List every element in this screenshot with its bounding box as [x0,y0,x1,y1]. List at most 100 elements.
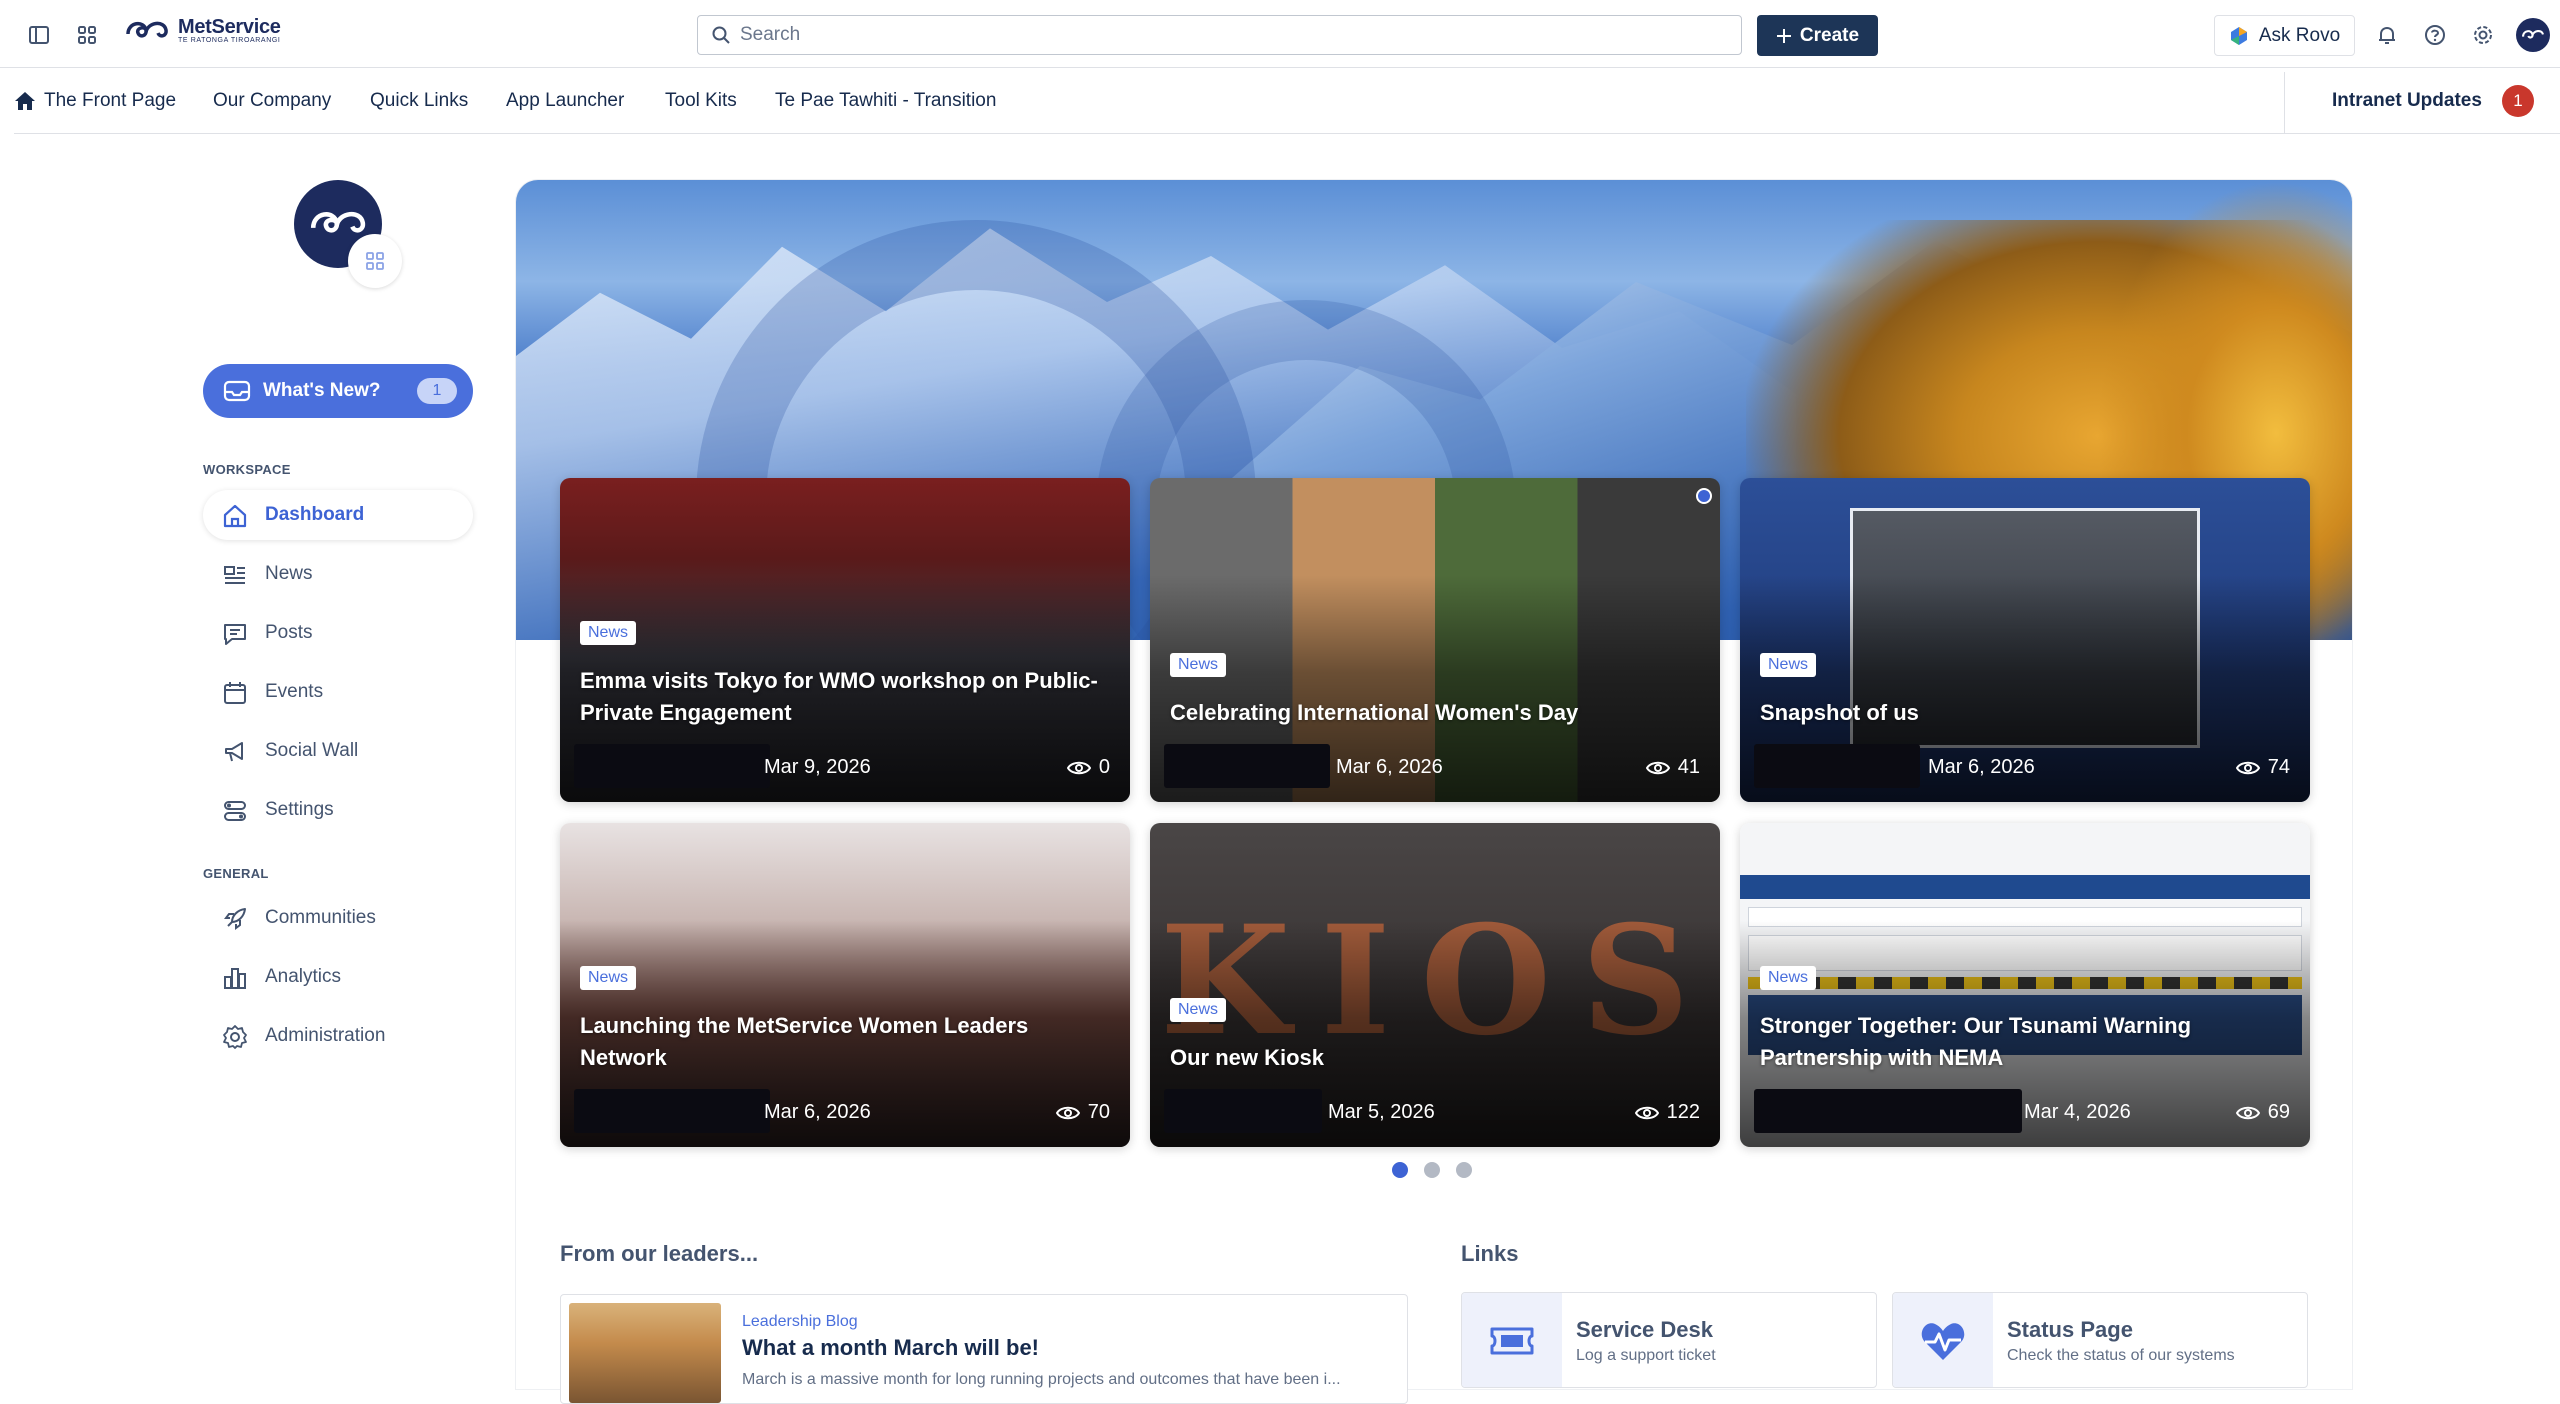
news-icon [221,561,249,589]
sidebar-toggle-icon[interactable] [24,20,54,50]
sidebar-item-label: Analytics [265,966,342,987]
ticket-icon [1462,1293,1562,1387]
home-icon[interactable] [14,91,36,116]
plus-icon [1776,28,1791,43]
news-card-views: 69 [2235,1101,2290,1124]
views-count: 41 [1677,756,1700,778]
eye-icon [2235,761,2260,774]
eye-icon [2235,1106,2260,1119]
sidebar-item-label: Settings [265,799,334,820]
sidebar-item-label: Social Wall [265,740,359,761]
news-tag: News [1170,653,1227,677]
nav-item-front-page[interactable]: The Front Page [44,90,176,112]
news-card[interactable]: News Stronger Together: Our Tsunami Warn… [1740,823,2310,1147]
create-label: Create [1799,24,1860,46]
unread-indicator [1696,488,1712,504]
nav-item-app-launcher[interactable]: App Launcher [506,90,624,112]
news-card-title: Our new Kiosk [1170,1045,1325,1070]
comment-icon [221,620,249,648]
news-card-title: Stronger Together: Our Tsunami Warning P… [1760,1013,2192,1070]
news-card-date: Mar 6, 2026 [1336,756,1443,778]
blog-category: Leadership Blog [742,1313,858,1330]
brand-subtitle: TE RATONGA TIROARANGI [178,37,281,44]
views-count: 70 [1087,1101,1110,1123]
carousel-dot-2[interactable] [1424,1162,1440,1178]
news-card-title: Snapshot of us [1760,700,1919,725]
link-card-status-page[interactable]: Status Page Check the status of our syst… [1892,1292,2308,1388]
news-tag: News [1170,998,1227,1022]
carousel-dot-3[interactable] [1456,1162,1472,1178]
leaders-section-title: From our leaders... [560,1241,759,1266]
eye-icon [1055,1106,1080,1119]
toggles-icon [221,797,249,825]
sidebar-item-settings[interactable]: Settings [203,785,473,835]
help-icon[interactable] [2420,20,2450,50]
views-count: 69 [2267,1101,2290,1123]
author-redacted [574,744,770,788]
news-card-views: 0 [1066,756,1110,779]
nav-item-our-company[interactable]: Our Company [213,90,331,112]
news-card-title: Celebrating International Women's Day [1170,700,1579,725]
intranet-updates-link[interactable]: Intranet Updates [2332,90,2482,112]
ask-rovo-button[interactable]: Ask Rovo [2214,15,2355,56]
news-card[interactable]: News Celebrating International Women's D… [1150,478,1720,802]
heartbeat-icon [1893,1293,1993,1387]
eye-icon [1066,761,1091,774]
author-redacted [1754,1089,2022,1133]
search-input[interactable]: Search [697,15,1742,55]
news-card[interactable]: News Emma visits Tokyo for WMO workshop … [560,478,1130,802]
link-description: Check the status of our systems [2007,1347,2235,1364]
sidebar-item-analytics[interactable]: Analytics [203,952,473,1002]
metservice-logo[interactable]: MetService TE RATONGA TIROARANGI [124,16,281,46]
eye-icon [1634,1106,1659,1119]
author-redacted [1164,744,1330,788]
app-switcher-icon[interactable] [72,20,102,50]
user-avatar[interactable] [2516,18,2550,52]
nav-item-te-pae-tawhiti[interactable]: Te Pae Tawhiti - Transition [775,90,996,112]
nav-item-quick-links[interactable]: Quick Links [370,90,468,112]
news-card[interactable]: News Snapshot of us Mar 6, 2026 74 [1740,478,2310,802]
intranet-updates-badge: 1 [2502,85,2534,117]
top-bar: MetService TE RATONGA TIROARANGI Search … [0,0,2560,68]
brand-name: MetService [178,16,281,38]
news-card-views: 41 [1645,756,1700,779]
news-tag: News [1760,966,1817,990]
sidebar-item-communities[interactable]: Communities [203,893,473,943]
sidebar-item-label: News [265,563,313,584]
create-button[interactable]: Create [1757,15,1878,56]
news-card-title: Launching the MetService Women Leaders N… [580,1013,1029,1070]
link-card-service-desk[interactable]: Service Desk Log a support ticket [1461,1292,1877,1388]
sidebar-item-news[interactable]: News [203,549,473,599]
sidebar-item-events[interactable]: Events [203,667,473,717]
nav-item-tool-kits[interactable]: Tool Kits [665,90,737,112]
settings-gear-icon[interactable] [2468,20,2498,50]
carousel-dot-1[interactable] [1392,1162,1408,1178]
rovo-icon [2230,26,2247,45]
news-card[interactable]: KIOSK News Our new Kiosk Mar 5, 2026 122 [1150,823,1720,1147]
sidebar-item-dashboard[interactable]: Dashboard [203,490,473,540]
sidebar-item-social-wall[interactable]: Social Wall [203,726,473,776]
notifications-bell-icon[interactable] [2372,20,2402,50]
news-tag: News [1760,653,1817,677]
sidebar-item-administration[interactable]: Administration [203,1011,473,1061]
whats-new-button[interactable]: What's New? 1 [203,364,473,418]
views-count: 0 [1098,756,1110,778]
leadership-blog-card[interactable]: Leadership Blog What a month March will … [560,1294,1408,1404]
sidebar-item-label: Communities [265,907,376,928]
blog-thumbnail-image [569,1303,721,1403]
whats-new-count: 1 [417,378,457,404]
author-redacted [1164,1089,1322,1133]
author-redacted [574,1089,770,1133]
news-card[interactable]: News Launching the MetService Women Lead… [560,823,1130,1147]
megaphone-icon [221,738,249,766]
sidebar-item-posts[interactable]: Posts [203,608,473,658]
metservice-swirl-icon [126,21,168,38]
eye-icon [1645,761,1670,774]
space-apps-button[interactable] [348,234,402,288]
news-card-title: Emma visits Tokyo for WMO workshop on Pu… [580,668,1098,725]
news-card-views: 122 [1634,1101,1700,1124]
news-card-date: Mar 4, 2026 [2024,1101,2131,1123]
ask-rovo-label: Ask Rovo [2258,24,2341,46]
news-tag: News [580,621,637,645]
views-count: 74 [2267,756,2290,778]
